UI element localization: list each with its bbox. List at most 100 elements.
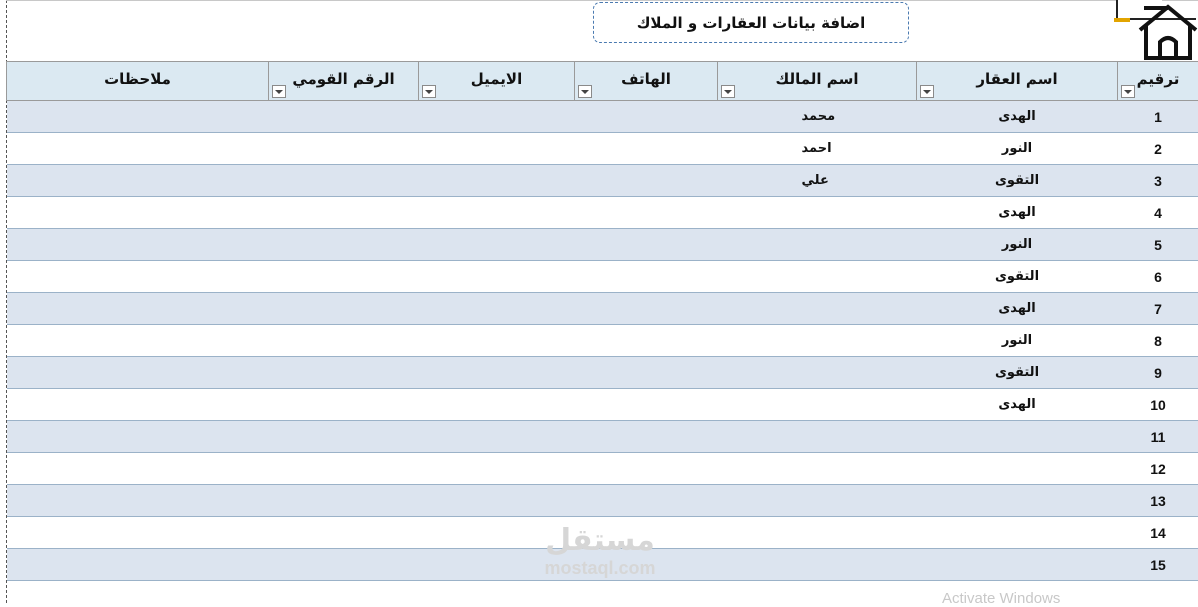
cell-phone[interactable] [575,197,718,229]
cell-phone[interactable] [575,357,718,389]
cell-national-id[interactable] [269,421,419,453]
cell-notes[interactable] [7,325,269,357]
cell-phone[interactable] [575,293,718,325]
cell-property-name[interactable]: التقوى [917,261,1118,293]
cell-owner-name[interactable] [718,485,917,517]
cell-phone[interactable] [575,389,718,421]
cell-national-id[interactable] [269,229,419,261]
cell-notes[interactable] [7,357,269,389]
cell-email[interactable] [419,453,575,485]
cell-owner-name[interactable] [718,453,917,485]
cell-property-name[interactable]: التقوى [917,165,1118,197]
filter-dropdown-icon[interactable] [1121,85,1135,98]
filter-dropdown-icon[interactable] [272,85,286,98]
cell-national-id[interactable] [269,325,419,357]
cell-property-name[interactable]: الهدى [917,389,1118,421]
cell-national-id[interactable] [269,133,419,165]
cell-owner-name[interactable]: احمد [718,133,917,165]
cell-phone[interactable] [575,517,718,549]
cell-email[interactable] [419,293,575,325]
cell-national-id[interactable] [269,357,419,389]
cell-national-id[interactable] [269,101,419,133]
cell-owner-name[interactable] [718,421,917,453]
cell-number[interactable]: 10 [1118,389,1198,421]
cell-notes[interactable] [7,421,269,453]
cell-owner-name[interactable]: محمد [718,101,917,133]
cell-email[interactable] [419,133,575,165]
cell-notes[interactable] [7,517,269,549]
cell-owner-name[interactable] [718,229,917,261]
cell-notes[interactable] [7,197,269,229]
cell-notes[interactable] [7,229,269,261]
cell-national-id[interactable] [269,517,419,549]
cell-national-id[interactable] [269,453,419,485]
cell-email[interactable] [419,389,575,421]
cell-notes[interactable] [7,293,269,325]
cell-owner-name[interactable] [718,261,917,293]
cell-number[interactable]: 2 [1118,133,1198,165]
cell-email[interactable] [419,517,575,549]
cell-notes[interactable] [7,389,269,421]
cell-property-name[interactable]: الهدى [917,101,1118,133]
filter-dropdown-icon[interactable] [920,85,934,98]
cell-number[interactable]: 15 [1118,549,1198,581]
cell-email[interactable] [419,197,575,229]
cell-notes[interactable] [7,549,269,581]
cell-national-id[interactable] [269,293,419,325]
filter-dropdown-icon[interactable] [578,85,592,98]
cell-property-name[interactable] [917,421,1118,453]
cell-national-id[interactable] [269,549,419,581]
cell-number[interactable]: 4 [1118,197,1198,229]
cell-email[interactable] [419,229,575,261]
cell-email[interactable] [419,101,575,133]
filter-dropdown-icon[interactable] [422,85,436,98]
cell-number[interactable]: 13 [1118,485,1198,517]
cell-owner-name[interactable] [718,197,917,229]
cell-owner-name[interactable] [718,389,917,421]
cell-number[interactable]: 11 [1118,421,1198,453]
cell-phone[interactable] [575,453,718,485]
cell-property-name[interactable]: التقوى [917,357,1118,389]
cell-phone[interactable] [575,133,718,165]
cell-phone[interactable] [575,421,718,453]
home-icon[interactable] [1114,0,1198,62]
cell-national-id[interactable] [269,485,419,517]
cell-notes[interactable] [7,453,269,485]
cell-owner-name[interactable]: علي [718,165,917,197]
cell-phone[interactable] [575,229,718,261]
cell-notes[interactable] [7,261,269,293]
cell-number[interactable]: 6 [1118,261,1198,293]
cell-email[interactable] [419,325,575,357]
cell-property-name[interactable]: النور [917,133,1118,165]
cell-email[interactable] [419,261,575,293]
cell-property-name[interactable] [917,517,1118,549]
cell-phone[interactable] [575,485,718,517]
cell-number[interactable]: 12 [1118,453,1198,485]
cell-owner-name[interactable] [718,293,917,325]
cell-national-id[interactable] [269,261,419,293]
add-properties-owners-button[interactable]: اضافة بيانات العقارات و الملاك [593,2,909,43]
cell-property-name[interactable] [917,549,1118,581]
cell-email[interactable] [419,485,575,517]
cell-email[interactable] [419,165,575,197]
cell-phone[interactable] [575,549,718,581]
cell-property-name[interactable]: النور [917,325,1118,357]
cell-notes[interactable] [7,133,269,165]
cell-number[interactable]: 3 [1118,165,1198,197]
cell-email[interactable] [419,357,575,389]
cell-property-name[interactable]: الهدى [917,197,1118,229]
cell-owner-name[interactable] [718,549,917,581]
cell-owner-name[interactable] [718,357,917,389]
cell-notes[interactable] [7,165,269,197]
cell-property-name[interactable]: الهدى [917,293,1118,325]
cell-phone[interactable] [575,261,718,293]
cell-owner-name[interactable] [718,517,917,549]
cell-number[interactable]: 5 [1118,229,1198,261]
cell-number[interactable]: 1 [1118,101,1198,133]
cell-property-name[interactable] [917,453,1118,485]
cell-owner-name[interactable] [718,325,917,357]
cell-phone[interactable] [575,101,718,133]
cell-email[interactable] [419,549,575,581]
cell-national-id[interactable] [269,165,419,197]
cell-number[interactable]: 9 [1118,357,1198,389]
